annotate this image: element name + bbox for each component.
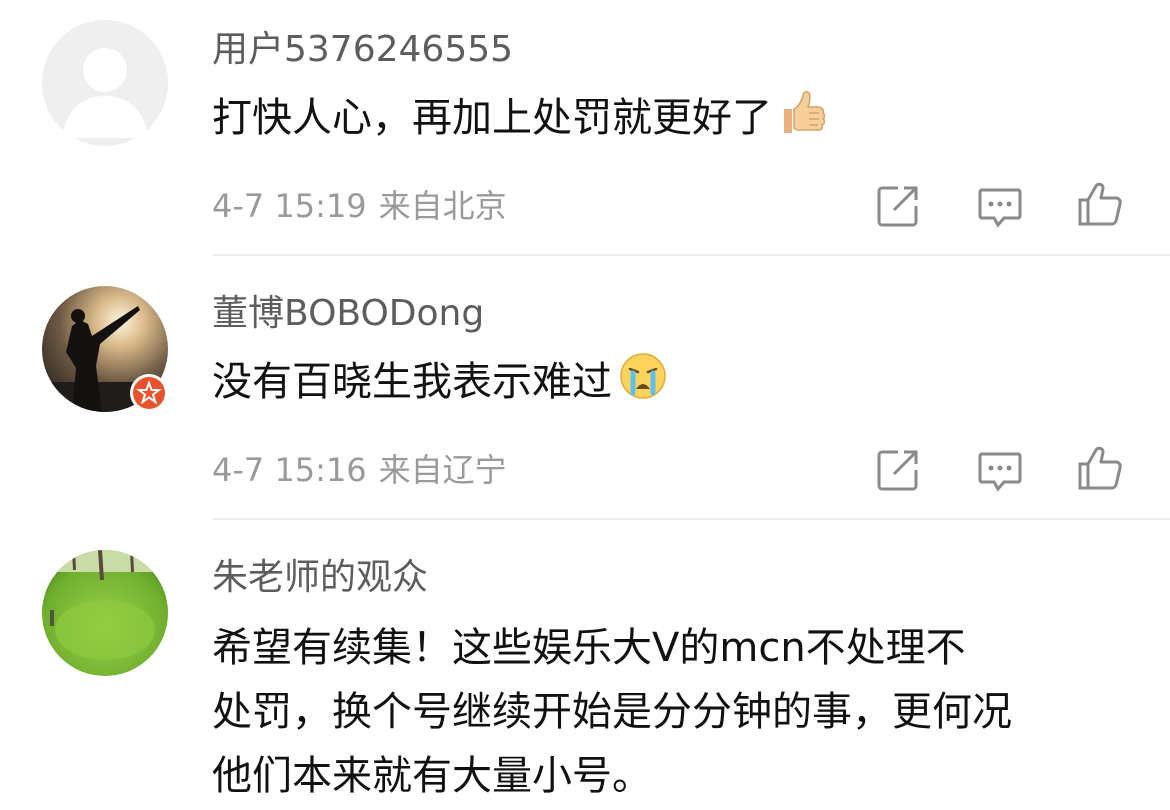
comment-text-line: 希望有续集！这些娱乐大V的mcn不处理不	[212, 625, 966, 671]
comment-username[interactable]: 用户5376246555	[212, 28, 513, 72]
comment-content: 希望有续集！这些娱乐大V的mcn不处理不 处罚，换个号继续开始是分分钟的事，更何…	[212, 616, 1142, 808]
like-button[interactable]	[1076, 444, 1124, 492]
avatar[interactable]	[42, 20, 168, 146]
comment-meta: 4-7 15:19 来自北京	[212, 186, 507, 226]
comment-content: 没有百晓生我表示难过	[212, 350, 1142, 414]
comment-location: 来自北京	[378, 187, 507, 225]
photo-avatar-green-icon	[42, 550, 168, 676]
comment-meta: 4-7 15:16 来自辽宁	[212, 450, 507, 490]
comment-username[interactable]: 朱老师的观众	[212, 556, 428, 600]
comment-item: 用户5376246555 打快人心，再加上处罚就更好了 4-7 15:19 来自北…	[0, 0, 1170, 256]
like-icon	[1078, 182, 1122, 226]
comment-text-line: 没有百晓生我表示难过	[212, 359, 612, 405]
crying-emoji-icon	[618, 351, 668, 401]
comment-location: 来自辽宁	[378, 451, 507, 489]
verified-badge	[130, 374, 168, 412]
like-button[interactable]	[1076, 180, 1124, 228]
repost-icon	[877, 186, 918, 227]
comment-username[interactable]: 董博BOBODong	[212, 292, 484, 336]
comment-time: 4-7 15:19	[212, 187, 367, 225]
comment-icon	[978, 452, 1022, 492]
verified-star-icon	[136, 380, 162, 405]
repost-button[interactable]	[874, 182, 922, 230]
comment-time: 4-7 15:16	[212, 451, 367, 489]
avatar[interactable]	[42, 550, 168, 676]
default-avatar-icon	[42, 20, 168, 146]
comment-icon	[978, 188, 1022, 228]
comment-text-line: 处罚，换个号继续开始是分分钟的事，更何况	[212, 689, 1012, 735]
repost-icon	[877, 450, 918, 491]
comment-item: 朱老师的观众 希望有续集！这些娱乐大V的mcn不处理不 处罚，换个号继续开始是分…	[0, 520, 1170, 810]
comment-item: 董博BOBODong 没有百晓生我表示难过 4-7 15:16 来自辽宁	[0, 256, 1170, 520]
comment-text-line: 打快人心，再加上处罚就更好了	[212, 95, 772, 141]
repost-button[interactable]	[874, 446, 922, 494]
comment-button[interactable]	[976, 446, 1024, 494]
comment-content: 打快人心，再加上处罚就更好了	[212, 86, 1142, 150]
comment-button[interactable]	[976, 182, 1024, 230]
comment-text-line: 他们本来就有大量小号。	[212, 753, 652, 799]
like-icon	[1078, 446, 1122, 490]
thumbs-up-emoji-icon	[778, 87, 828, 137]
